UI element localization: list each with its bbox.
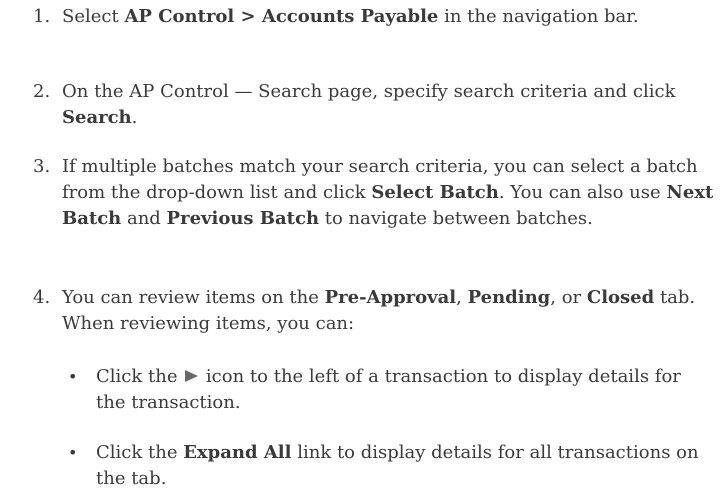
previous-batch-ref: Previous Batch xyxy=(166,208,320,229)
bullet-symbol: • xyxy=(68,367,78,386)
step-number: 4. xyxy=(33,287,51,308)
step-number: 2. xyxy=(33,81,51,102)
nav-path: AP Control > Accounts Payable xyxy=(124,6,439,27)
expand-all-link-ref: Expand All xyxy=(183,442,292,463)
pre-approval-tab-ref: Pre-Approval xyxy=(324,287,457,308)
step-text: If multiple batches match your search cr… xyxy=(62,156,714,229)
step-number: 1. xyxy=(33,6,51,27)
expand-triangle-icon xyxy=(185,370,199,382)
closed-tab-ref: Closed xyxy=(586,287,655,308)
step-text: On the AP Control — Search page, specify… xyxy=(62,81,676,128)
search-button-ref: Search xyxy=(62,107,132,128)
pending-tab-ref: Pending xyxy=(467,287,551,308)
bullet-symbol: • xyxy=(68,443,78,462)
step-text: Select AP Control > Accounts Payable in … xyxy=(62,6,639,27)
bullet-text: Click the Expand All link to display det… xyxy=(96,442,699,489)
step-number: 3. xyxy=(33,156,51,177)
bullet-text: Click the icon to the left of a transact… xyxy=(96,366,681,413)
step-text: You can review items on the Pre-Approval… xyxy=(62,287,696,334)
document-page: 1. Select AP Control > Accounts Payable … xyxy=(0,0,722,501)
select-batch-ref: Select Batch xyxy=(371,182,499,203)
